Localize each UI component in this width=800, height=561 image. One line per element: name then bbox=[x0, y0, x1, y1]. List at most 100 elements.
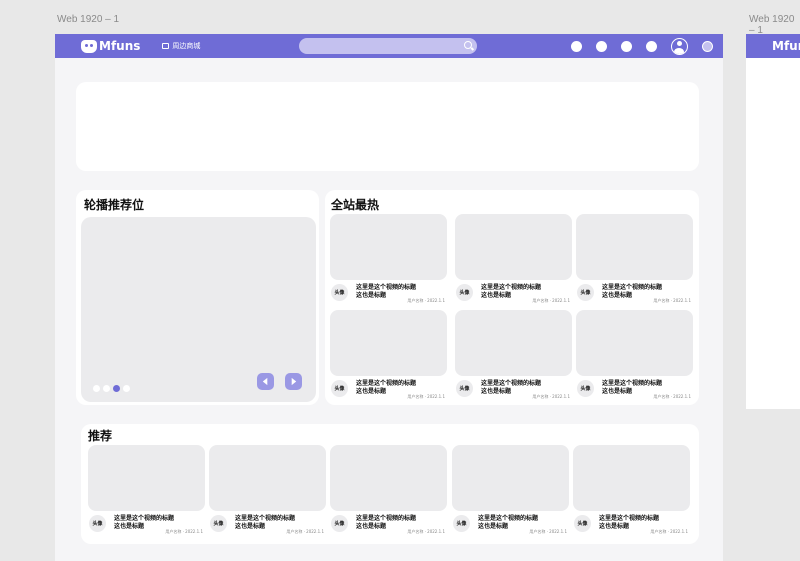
video-uploader-date: 用户名称 · 2022.1.1 bbox=[407, 529, 445, 534]
video-thumbnail[interactable] bbox=[452, 445, 569, 511]
video-thumbnail[interactable] bbox=[576, 214, 693, 280]
video-title-line2: 这也是标题 bbox=[481, 292, 512, 299]
uploader-avatar[interactable]: 头像 bbox=[210, 515, 227, 532]
video-thumbnail[interactable] bbox=[330, 214, 447, 280]
video-uploader-date: 用户名称 · 2022.1.1 bbox=[650, 529, 688, 534]
carousel-dot[interactable] bbox=[103, 385, 110, 392]
secondary-navbar: Mfuns bbox=[746, 34, 800, 58]
video-card[interactable]: 头像 这里是这个视频的标题 这也是标题 用户名称 · 2022.1.1 bbox=[576, 310, 693, 402]
prev-arrow-icon[interactable] bbox=[257, 373, 274, 390]
logo[interactable]: Mfuns bbox=[81, 39, 140, 53]
uploader-avatar[interactable]: 头像 bbox=[577, 380, 594, 397]
banner[interactable] bbox=[76, 82, 699, 171]
video-card[interactable]: 头像 这里是这个视频的标题 这也是标题用户名称 · 2022.1.1 bbox=[88, 445, 205, 537]
carousel-dots bbox=[93, 385, 133, 392]
video-uploader-date: 用户名称 · 2022.1.1 bbox=[532, 394, 570, 399]
video-meta: 头像 这里是这个视频的标题 这也是标题用户名称 · 2022.1.1 bbox=[573, 511, 690, 537]
video-card[interactable]: 头像 这里是这个视频的标题 这也是标题 用户名称 · 2022.1.1 bbox=[209, 445, 326, 537]
video-thumbnail[interactable] bbox=[330, 310, 447, 376]
video-thumbnail[interactable] bbox=[88, 445, 205, 511]
video-thumbnail[interactable] bbox=[455, 214, 572, 280]
video-title-line1: 这里是这个视频的标题 bbox=[481, 380, 542, 387]
video-title-line2: 这也是标题 bbox=[481, 388, 512, 395]
video-uploader-date: 用户名称 · 2022.1.1 bbox=[407, 298, 445, 303]
video-uploader-date: 用户名称 · 2022.1.1 bbox=[653, 394, 691, 399]
video-meta: 头像 这里是这个视频的标题 这也是标题用户名称 · 2022.1.1 bbox=[330, 280, 447, 306]
carousel-dot[interactable] bbox=[123, 385, 130, 392]
shop-icon bbox=[162, 43, 170, 49]
video-uploader-date: 用户名称 · 2022.1.1 bbox=[653, 298, 691, 303]
video-thumbnail[interactable] bbox=[330, 445, 447, 511]
video-meta: 头像 这里是这个视频的标题 这也是标题 用户名称 · 2022.1.1 bbox=[576, 376, 693, 402]
uploader-avatar[interactable]: 头像 bbox=[574, 515, 591, 532]
video-card[interactable]: 头像 这里是这个视频的标题 这也是标题用户名称 · 2022.1.1 bbox=[455, 310, 572, 402]
video-title-line1: 这里是这个视频的标题 bbox=[478, 515, 539, 522]
message-icon[interactable] bbox=[646, 41, 657, 52]
secondary-brand-name: Mfuns bbox=[772, 39, 800, 53]
nav-shop-label: 周边商城 bbox=[172, 42, 201, 50]
uploader-avatar[interactable]: 头像 bbox=[331, 380, 348, 397]
video-title-line1: 这里是这个视频的标题 bbox=[356, 284, 417, 291]
game-icon[interactable] bbox=[571, 41, 582, 52]
video-uploader-date: 用户名称 · 2022.1.1 bbox=[286, 529, 324, 534]
video-card[interactable]: 头像 这里是这个视频的标题 这也是标题 用户名称 · 2022.1.1 bbox=[330, 445, 447, 537]
video-uploader-date: 用户名称 · 2022.1.1 bbox=[407, 394, 445, 399]
video-thumbnail[interactable] bbox=[576, 310, 693, 376]
video-card[interactable]: 头像 这里是这个视频的标题 这也是标题用户名称 · 2022.1.1 bbox=[455, 214, 572, 306]
video-title-line2: 这也是标题 bbox=[356, 292, 387, 299]
uploader-avatar[interactable]: 头像 bbox=[89, 515, 106, 532]
search-input[interactable] bbox=[299, 38, 477, 54]
video-title-line1: 这里是这个视频的标题 bbox=[481, 284, 542, 291]
video-thumbnail[interactable] bbox=[209, 445, 326, 511]
video-meta: 头像 这里是这个视频的标题 这也是标题 用户名称 · 2022.1.1 bbox=[209, 511, 326, 537]
video-title-line2: 这也是标题 bbox=[356, 388, 387, 395]
nav-shop-link[interactable]: 周边商城 bbox=[162, 41, 200, 51]
video-title-line2: 这也是标题 bbox=[356, 523, 387, 530]
carousel[interactable] bbox=[81, 217, 316, 402]
frame-label-secondary: Web 1920 – 1 bbox=[749, 14, 795, 36]
video-title-line1: 这里是这个视频的标题 bbox=[235, 515, 296, 522]
uploader-avatar[interactable]: 头像 bbox=[456, 284, 473, 301]
video-card[interactable]: 头像 这里是这个视频的标题 这也是标题用户名称 · 2022.1.1 bbox=[330, 310, 447, 402]
video-title-line1: 这里是这个视频的标题 bbox=[602, 284, 663, 291]
video-title-line2: 这也是标题 bbox=[114, 523, 145, 530]
video-meta: 头像 这里是这个视频的标题 这也是标题用户名称 · 2022.1.1 bbox=[88, 511, 205, 537]
video-card[interactable]: 头像 这里是这个视频的标题 这也是标题用户名称 · 2022.1.1 bbox=[573, 445, 690, 537]
video-meta: 头像 这里是这个视频的标题 这也是标题用户名称 · 2022.1.1 bbox=[455, 376, 572, 402]
settings-icon[interactable] bbox=[596, 41, 607, 52]
video-title-line1: 这里是这个视频的标题 bbox=[599, 515, 660, 522]
top-navbar: Mfuns 周边商城 bbox=[55, 34, 723, 58]
video-title-line2: 这也是标题 bbox=[602, 292, 633, 299]
video-title-line1: 这里是这个视频的标题 bbox=[356, 380, 417, 387]
video-uploader-date: 用户名称 · 2022.1.1 bbox=[165, 529, 203, 534]
frame-label: Web 1920 – 1 bbox=[57, 14, 120, 25]
carousel-dot[interactable] bbox=[93, 385, 100, 392]
uploader-avatar[interactable]: 头像 bbox=[577, 284, 594, 301]
logo-mascot-icon bbox=[81, 39, 97, 53]
video-title-line2: 这也是标题 bbox=[599, 523, 630, 530]
header-actions bbox=[557, 38, 713, 55]
video-title-line1: 这里是这个视频的标题 bbox=[114, 515, 175, 522]
ring-icon[interactable] bbox=[702, 41, 713, 52]
next-arrow-icon[interactable] bbox=[285, 373, 302, 390]
search-icon[interactable] bbox=[464, 41, 472, 49]
video-meta: 头像 这里是这个视频的标题 这也是标题用户名称 · 2022.1.1 bbox=[330, 376, 447, 402]
video-card[interactable]: 头像 这里是这个视频的标题 这也是标题用户名称 · 2022.1.1 bbox=[576, 214, 693, 306]
video-meta: 头像 这里是这个视频的标题 这也是标题用户名称 · 2022.1.1 bbox=[455, 280, 572, 306]
uploader-avatar[interactable]: 头像 bbox=[331, 515, 348, 532]
uploader-avatar[interactable]: 头像 bbox=[456, 380, 473, 397]
avatar-icon[interactable] bbox=[671, 38, 688, 55]
video-uploader-date: 用户名称 · 2022.1.1 bbox=[532, 298, 570, 303]
web-frame: Mfuns 周边商城 轮播推荐位 全站最热 推荐 头像 这里是这个视频的标题 这… bbox=[55, 34, 723, 561]
video-card[interactable]: 头像 这里是这个视频的标题 这也是标题用户名称 · 2022.1.1 bbox=[330, 214, 447, 306]
carousel-dot-active[interactable] bbox=[113, 385, 120, 392]
uploader-avatar[interactable]: 头像 bbox=[331, 284, 348, 301]
video-card[interactable]: 头像 这里是这个视频的标题 这也是标题 用户名称 · 2022.1.1 bbox=[452, 445, 569, 537]
video-thumbnail[interactable] bbox=[573, 445, 690, 511]
recommend-title: 推荐 bbox=[88, 429, 113, 443]
carousel-title: 轮播推荐位 bbox=[84, 198, 145, 212]
clock-icon[interactable] bbox=[621, 41, 632, 52]
uploader-avatar[interactable]: 头像 bbox=[453, 515, 470, 532]
video-uploader-date: 用户名称 · 2022.1.1 bbox=[529, 529, 567, 534]
video-thumbnail[interactable] bbox=[455, 310, 572, 376]
